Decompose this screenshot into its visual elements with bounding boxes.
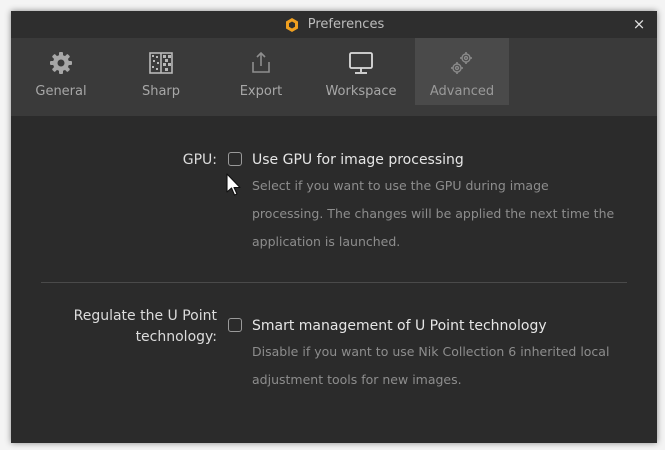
tab-advanced-label: Advanced [429,84,495,99]
monitor-icon [347,49,375,77]
tab-advanced[interactable]: Advanced [415,38,509,105]
sharpen-icon [147,49,175,77]
gpu-description: Select if you want to use the GPU during… [252,178,615,249]
tab-bar: General Sharp Export Workspace Advanced [11,38,657,116]
tab-export[interactable]: Export [214,38,308,105]
tab-general-label: General [35,84,87,99]
upoint-checkbox[interactable] [228,318,242,332]
gpu-checkbox[interactable] [228,152,242,166]
gpu-label: GPU: [182,152,217,168]
gpu-option-label[interactable]: Use GPU for image processing [252,150,464,170]
upoint-option-label[interactable]: Smart management of U Point technology [252,316,547,336]
window-title: Preferences [307,17,385,32]
gear-icon [47,49,75,77]
title-group: Preferences [11,11,657,38]
tab-workspace[interactable]: Workspace [314,38,408,105]
tab-export-label: Export [239,84,283,99]
export-icon [247,49,275,77]
title-bar: Preferences × [11,11,657,38]
preferences-window: Preferences × General Sharp Export Works… [11,11,657,443]
tab-sharp[interactable]: Sharp [114,38,208,105]
section-divider [41,282,627,283]
upoint-label: Regulate the U Point technology: [73,308,217,345]
advanced-settings-panel: GPU: Use GPU for image processing Select… [11,116,657,443]
mouse-pointer-icon [226,173,241,196]
tab-sharp-label: Sharp [141,84,181,99]
upoint-description: Disable if you want to use Nik Collectio… [252,344,610,387]
close-button[interactable]: × [631,15,647,33]
tab-general[interactable]: General [14,38,108,105]
app-logo-icon [285,17,298,32]
gears-icon [448,49,476,77]
tab-workspace-label: Workspace [325,84,397,99]
